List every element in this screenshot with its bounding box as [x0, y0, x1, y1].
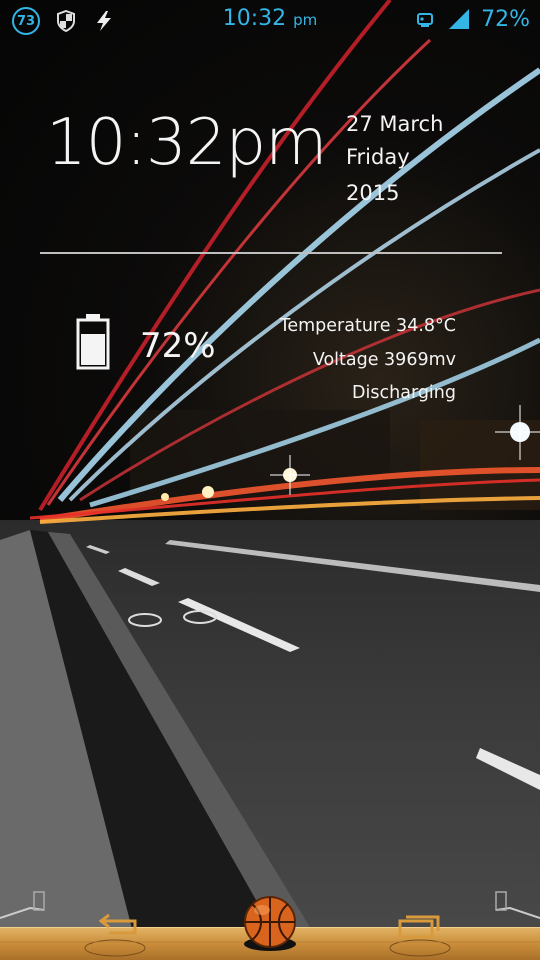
back-arrow-icon[interactable] [94, 908, 146, 944]
battery-icon[interactable] [76, 314, 110, 374]
divider [40, 252, 502, 254]
date-weekday: Friday [346, 145, 410, 169]
date-day-month: 27 March [346, 112, 444, 136]
status-battery-percent: 72% [481, 6, 530, 32]
battery-temperature: Temperature 34.8°C [279, 316, 456, 336]
recent-apps-icon[interactable] [392, 908, 446, 944]
status-bar: 73 10:32 pm 72% [0, 0, 540, 40]
clock-time[interactable]: 10:32pm [46, 106, 327, 180]
dock-left-edge [0, 888, 50, 928]
status-time: 10:32 [222, 6, 287, 31]
battery-voltage: Voltage 3969mv [312, 349, 456, 370]
status-ampm: pm [293, 11, 318, 29]
signal-icon [447, 6, 471, 32]
dock-right-edge [490, 888, 540, 928]
date-block[interactable]: 27 March Friday 2015 [346, 108, 443, 210]
battery-level-fill [81, 334, 105, 365]
date-year: 2015 [346, 181, 400, 205]
battery-status: Discharging [352, 383, 456, 403]
alarm-icon [413, 6, 437, 32]
battery-info: Temperature 34.8°C Voltage 3969mv Discha… [280, 310, 456, 411]
basketball-home-icon[interactable] [240, 894, 300, 954]
battery-percent: 72% [140, 326, 216, 366]
